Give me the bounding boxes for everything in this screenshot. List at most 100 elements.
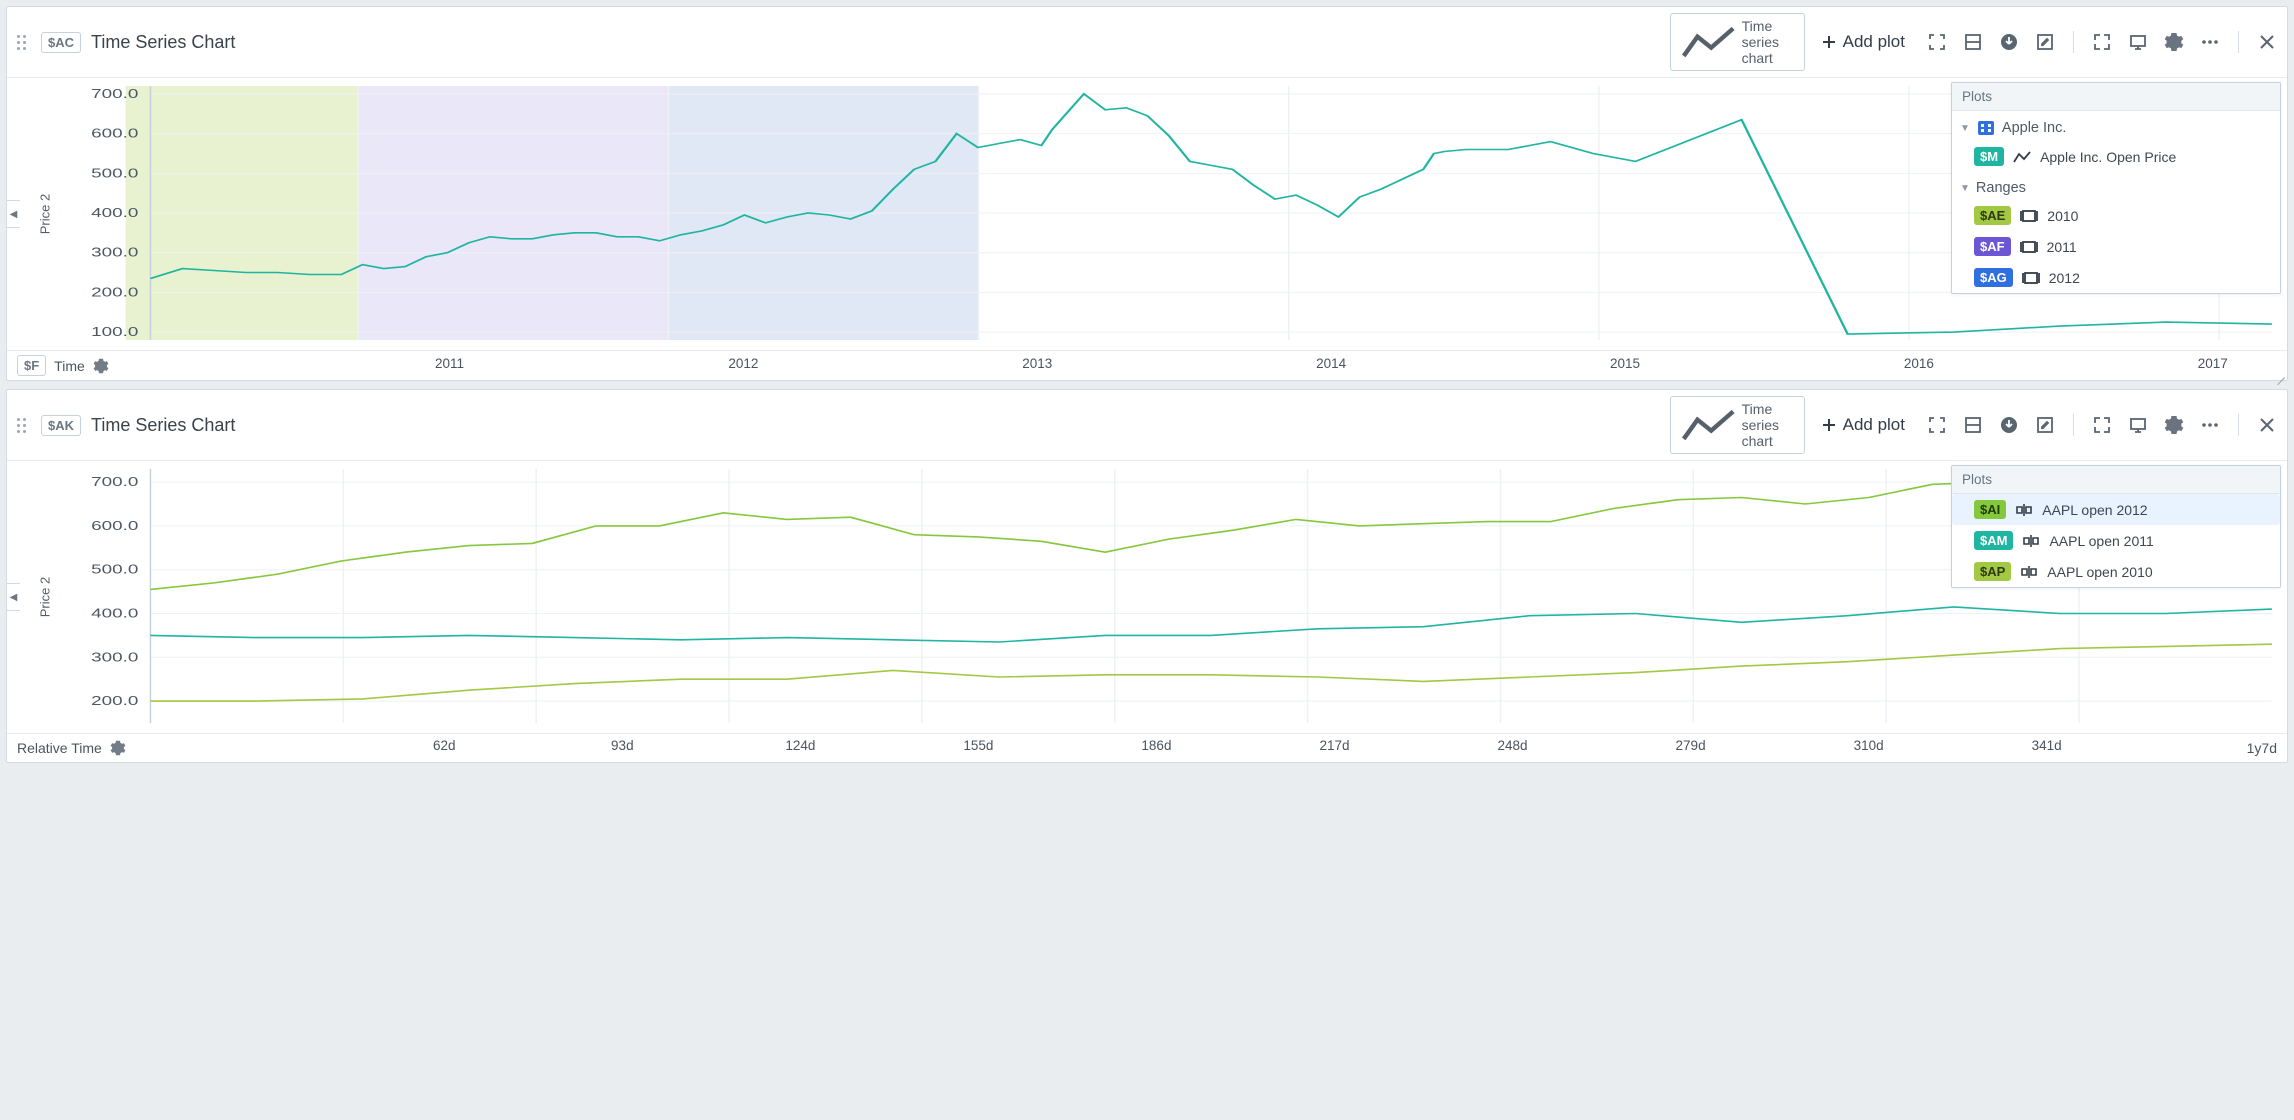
align-icon bbox=[2021, 532, 2041, 550]
chart-type-label: Time series chart bbox=[1742, 401, 1794, 449]
download-icon[interactable] bbox=[1999, 415, 2019, 435]
align-icon bbox=[2019, 563, 2039, 581]
plots-panel: Plots ▼ Apple Inc. $M Apple Inc. Open Pr… bbox=[1951, 82, 2281, 294]
close-icon[interactable] bbox=[2257, 32, 2277, 52]
plots-group-header[interactable]: ▼ Apple Inc. bbox=[1952, 111, 2280, 141]
company-icon bbox=[1976, 119, 1996, 137]
range-icon bbox=[2019, 207, 2039, 225]
x-axis-ticks: 62d93d124d155d186d217d248d279d310d341d bbox=[134, 738, 2239, 758]
chart-body: ◀ Price 2 200.0300.0400.0500.0600.0700.0… bbox=[7, 461, 2287, 733]
svg-text:100.0: 100.0 bbox=[91, 326, 138, 339]
plots-series-item[interactable]: $AP AAPL open 2010 bbox=[1952, 556, 2280, 587]
chevron-down-icon: ▼ bbox=[1960, 123, 1970, 134]
series-tag: $M bbox=[1974, 147, 2004, 166]
chart-type-chip[interactable]: Time series chart bbox=[1670, 13, 1805, 71]
edit-icon[interactable] bbox=[2035, 32, 2055, 52]
series-tag: $AM bbox=[1974, 531, 2013, 550]
range-label: 2012 bbox=[2049, 270, 2080, 286]
close-icon[interactable] bbox=[2257, 415, 2277, 435]
svg-text:400.0: 400.0 bbox=[91, 207, 138, 220]
add-plot-label: Add plot bbox=[1843, 415, 1905, 435]
download-icon[interactable] bbox=[1999, 32, 2019, 52]
plot-area[interactable]: 100.0200.0300.0400.0500.0600.0700.0 bbox=[7, 78, 2287, 350]
panel-title: Time Series Chart bbox=[91, 32, 235, 53]
x-axis-label: Relative Time bbox=[17, 740, 102, 756]
edit-icon[interactable] bbox=[2035, 415, 2055, 435]
range-label: 2011 bbox=[2047, 239, 2077, 255]
drag-handle-icon[interactable] bbox=[17, 416, 31, 434]
panel-header: $AC Time Series Chart Time series chart … bbox=[7, 7, 2287, 78]
align-icon bbox=[2014, 501, 2034, 519]
panel-layout-icon[interactable] bbox=[1963, 415, 1983, 435]
more-icon[interactable] bbox=[2200, 32, 2220, 52]
add-plot-button[interactable]: Add plot bbox=[1815, 413, 1911, 437]
series-tag: $AP bbox=[1974, 562, 2011, 581]
toolbar-icons bbox=[1921, 31, 2277, 53]
series-tag: $AI bbox=[1974, 500, 2006, 519]
range-icon bbox=[2021, 269, 2041, 287]
toolbar-divider bbox=[2238, 414, 2239, 436]
range-tag: $AG bbox=[1974, 268, 2013, 287]
range-item[interactable]: $AF 2011 bbox=[1952, 231, 2280, 262]
page: $AC Time Series Chart Time series chart … bbox=[0, 0, 2294, 769]
range-label: 2010 bbox=[2047, 208, 2078, 224]
svg-text:600.0: 600.0 bbox=[91, 520, 138, 533]
plots-series-item[interactable]: $AM AAPL open 2011 bbox=[1952, 525, 2280, 556]
present-icon[interactable] bbox=[2128, 32, 2148, 52]
range-icon bbox=[2019, 238, 2039, 256]
plots-panel-header: Plots bbox=[1952, 466, 2280, 494]
more-icon[interactable] bbox=[2200, 415, 2220, 435]
chevron-down-icon: ▼ bbox=[1960, 183, 1970, 194]
plots-panel: Plots $AI AAPL open 2012 $AM AAPL open 2… bbox=[1951, 465, 2281, 588]
gear-icon[interactable] bbox=[2164, 415, 2184, 435]
svg-text:200.0: 200.0 bbox=[91, 286, 138, 299]
plots-series-item[interactable]: $M Apple Inc. Open Price bbox=[1952, 141, 2280, 172]
panel-header: $AK Time Series Chart Time series chart … bbox=[7, 390, 2287, 461]
plots-panel-header: Plots bbox=[1952, 83, 2280, 111]
add-plot-button[interactable]: Add plot bbox=[1815, 30, 1911, 54]
plots-series-item[interactable]: $AI AAPL open 2012 bbox=[1952, 494, 2280, 525]
x-axis-bar: $F Time 2011201220132014201520162017 bbox=[7, 350, 2287, 380]
range-item[interactable]: $AE 2010 bbox=[1952, 200, 2280, 231]
series-label: AAPL open 2010 bbox=[2047, 564, 2152, 580]
gear-icon[interactable] bbox=[110, 740, 126, 756]
svg-text:200.0: 200.0 bbox=[91, 695, 138, 708]
expand-icon[interactable] bbox=[2092, 415, 2112, 435]
range-tag: $AF bbox=[1974, 237, 2011, 256]
svg-text:400.0: 400.0 bbox=[91, 607, 138, 620]
chart-type-label: Time series chart bbox=[1742, 18, 1794, 66]
present-icon[interactable] bbox=[2128, 415, 2148, 435]
svg-text:600.0: 600.0 bbox=[91, 127, 138, 140]
range-tag: $AE bbox=[1974, 206, 2011, 225]
x-axis-right-label: 1y7d bbox=[2247, 740, 2277, 756]
toolbar-divider bbox=[2238, 31, 2239, 53]
plots-group-label: Apple Inc. bbox=[2002, 120, 2067, 136]
focus-icon[interactable] bbox=[1927, 32, 1947, 52]
panel-tag[interactable]: $AC bbox=[41, 32, 81, 53]
chart-type-chip[interactable]: Time series chart bbox=[1670, 396, 1805, 454]
resize-handle-icon[interactable] bbox=[2275, 368, 2285, 378]
svg-text:300.0: 300.0 bbox=[91, 651, 138, 664]
expand-icon[interactable] bbox=[2092, 32, 2112, 52]
svg-text:700.0: 700.0 bbox=[91, 476, 138, 489]
panel-title: Time Series Chart bbox=[91, 415, 235, 436]
gear-icon[interactable] bbox=[2164, 32, 2184, 52]
panel-layout-icon[interactable] bbox=[1963, 32, 1983, 52]
svg-text:300.0: 300.0 bbox=[91, 247, 138, 260]
drag-handle-icon[interactable] bbox=[17, 33, 31, 51]
toolbar-divider bbox=[2073, 31, 2074, 53]
focus-icon[interactable] bbox=[1927, 415, 1947, 435]
svg-text:500.0: 500.0 bbox=[91, 167, 138, 180]
toolbar-divider bbox=[2073, 414, 2074, 436]
svg-text:500.0: 500.0 bbox=[91, 564, 138, 577]
panel-tag[interactable]: $AK bbox=[41, 415, 81, 436]
range-item[interactable]: $AG 2012 bbox=[1952, 262, 2280, 293]
x-axis-bar: Relative Time 62d93d124d155d186d217d248d… bbox=[7, 733, 2287, 762]
plots-ranges-header[interactable]: ▼ Ranges bbox=[1952, 172, 2280, 200]
plot-area[interactable]: 200.0 300.0 400.0 500.0 600.0 700.0 bbox=[7, 461, 2287, 733]
add-plot-label: Add plot bbox=[1843, 32, 1905, 52]
gear-icon[interactable] bbox=[93, 358, 109, 374]
x-axis-tag[interactable]: $F bbox=[17, 355, 46, 376]
line-chart-icon bbox=[2012, 148, 2032, 166]
ranges-label: Ranges bbox=[1976, 180, 2026, 196]
